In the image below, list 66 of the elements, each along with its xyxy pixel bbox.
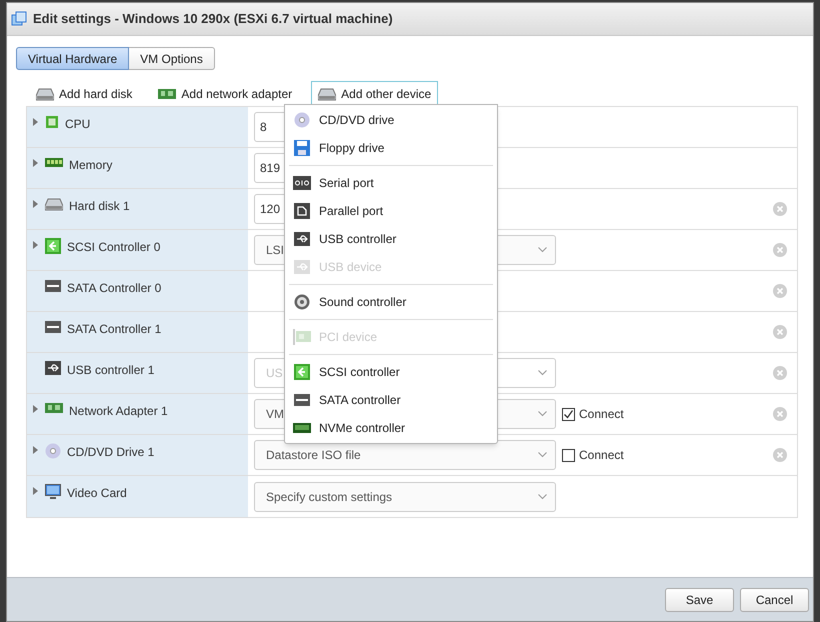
window-title: Edit settings - Windows 10 290x (ESXi 6.7 virtual machine)	[33, 10, 393, 28]
tab[interactable]: VM Options	[129, 47, 215, 70]
menu-item[interactable]: USB controller	[285, 225, 497, 253]
chevron-down-icon	[538, 452, 547, 458]
menu-item[interactable]: CD/DVD drive	[285, 106, 497, 134]
menu-item[interactable]: Serial port	[285, 169, 497, 197]
checkbox-label: Connect	[579, 406, 624, 423]
sata-icon	[294, 393, 310, 407]
menu-item[interactable]: Floppy drive	[285, 134, 497, 162]
remove-icon[interactable]	[773, 284, 787, 298]
windows-icon	[11, 11, 27, 27]
device-label: Memory	[69, 157, 112, 174]
disc-icon	[45, 443, 61, 459]
device-label: CPU	[65, 116, 90, 133]
speaker-icon	[294, 294, 310, 310]
checkbox-label: Connect	[579, 447, 624, 464]
network-card-icon	[45, 402, 63, 414]
serial-port-icon	[293, 176, 311, 190]
network-card-icon	[158, 88, 176, 100]
floppy-icon	[294, 140, 310, 156]
device-label: SCSI Controller 0	[67, 239, 160, 256]
chevron-down-icon	[538, 370, 547, 376]
chevron-down-icon	[538, 494, 547, 500]
dropdown-select[interactable]: Datastore ISO file	[254, 440, 556, 470]
device-label: USB controller 1	[67, 362, 154, 379]
disc-icon	[294, 112, 310, 128]
storage-card-icon	[293, 421, 311, 435]
device-label: Network Adapter 1	[69, 403, 168, 420]
device-label: Hard disk 1	[69, 198, 130, 215]
tab[interactable]: Virtual Hardware	[16, 47, 130, 70]
scsi-controller-icon	[294, 364, 310, 380]
menu-item[interactable]: SATA controller	[285, 386, 497, 414]
device-label: Video Card	[67, 485, 127, 502]
chip-icon	[45, 115, 59, 129]
remove-icon[interactable]	[773, 202, 787, 216]
sata-icon	[45, 320, 61, 334]
chevron-down-icon	[538, 247, 547, 253]
usb-icon	[294, 232, 310, 246]
sata-icon	[45, 279, 61, 293]
usb-icon	[294, 260, 310, 274]
printer-port-icon	[294, 203, 310, 219]
menu-item[interactable]: NVMe controller	[285, 414, 497, 442]
scsi-controller-icon	[45, 238, 61, 254]
chevron-down-icon	[538, 411, 547, 417]
expansion-card-icon	[293, 329, 311, 345]
remove-icon[interactable]	[773, 325, 787, 339]
dialog-button[interactable]: Cancel	[740, 588, 809, 612]
device-label: CD/DVD Drive 1	[67, 444, 154, 461]
remove-icon[interactable]	[773, 366, 787, 380]
device-label: SATA Controller 1	[67, 321, 162, 338]
memory-module-icon	[45, 156, 63, 168]
menu-item[interactable]: Parallel port	[285, 197, 497, 225]
toolbar-button[interactable]: Add hard disk	[29, 81, 140, 106]
usb-icon	[45, 361, 61, 375]
dialog-button[interactable]: Save	[665, 588, 734, 612]
remove-icon[interactable]	[773, 243, 787, 257]
dropdown-select[interactable]: Specify custom settings	[254, 482, 556, 512]
remove-icon[interactable]	[773, 407, 787, 421]
device-label: SATA Controller 0	[67, 280, 162, 297]
menu-item[interactable]: SCSI controller	[285, 358, 497, 386]
checkbox[interactable]	[562, 448, 575, 462]
remove-icon[interactable]	[773, 448, 787, 462]
toolbar-button[interactable]: Add other device	[311, 81, 438, 106]
menu-item[interactable]: Sound controller	[285, 288, 497, 316]
checkbox[interactable]	[562, 408, 575, 420]
monitor-icon	[45, 484, 61, 500]
